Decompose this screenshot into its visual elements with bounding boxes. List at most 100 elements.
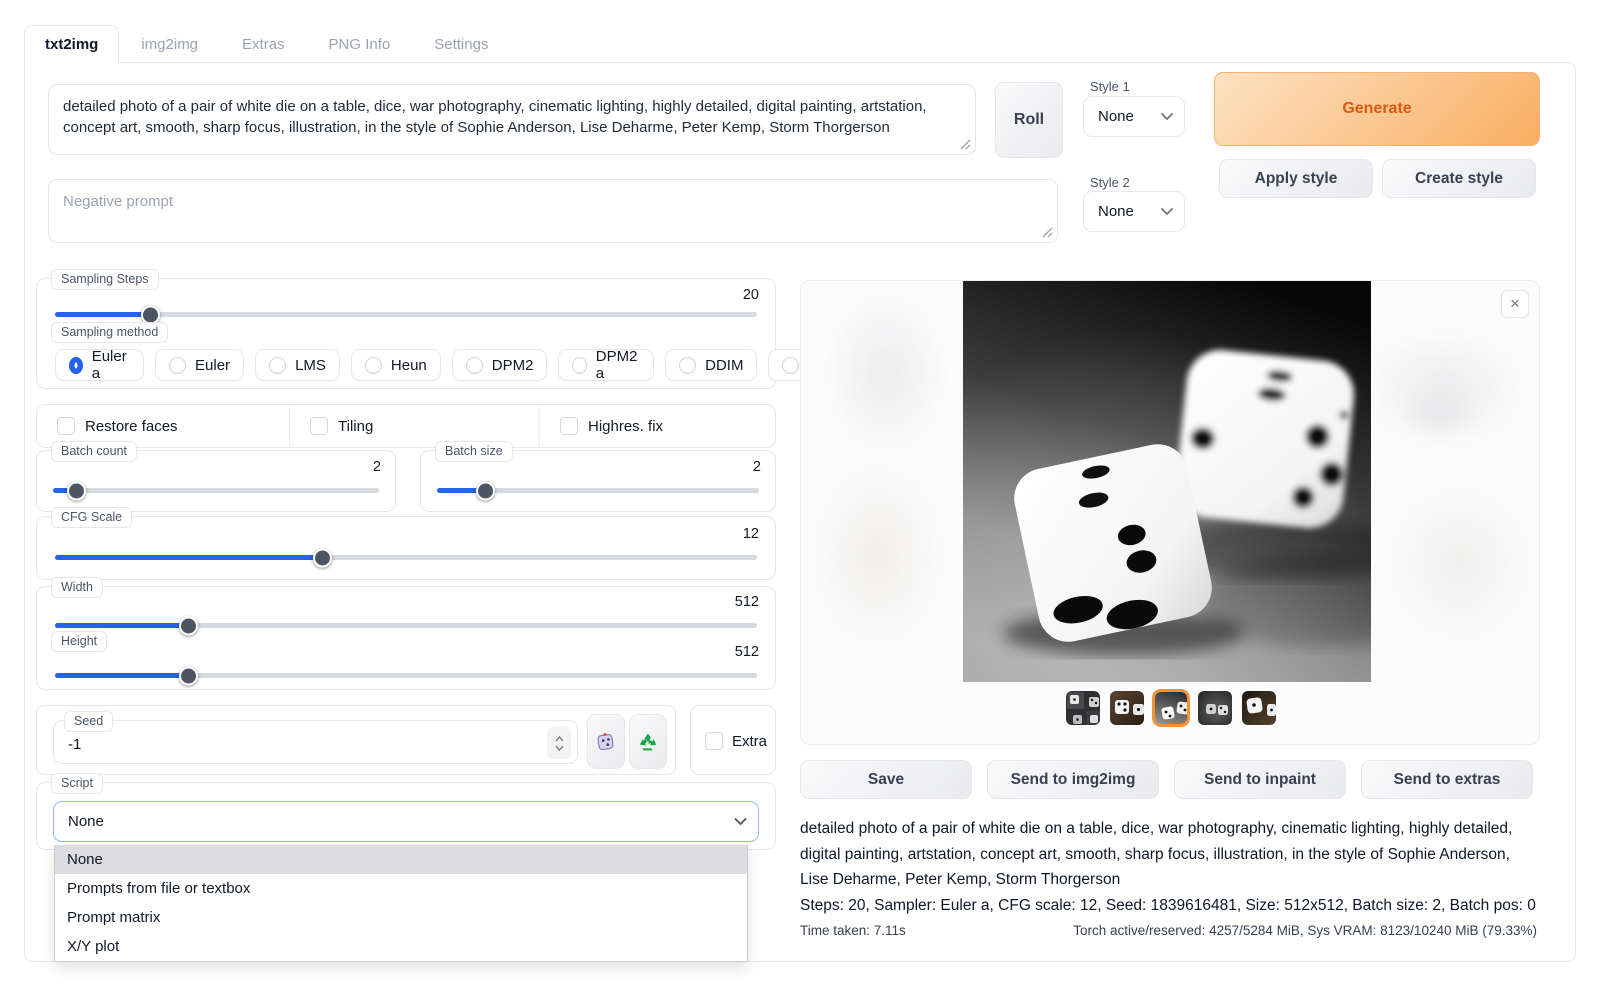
tab-extras[interactable]: Extras (220, 25, 307, 63)
random-seed-button[interactable] (587, 714, 625, 769)
gallery-ghost-right (1373, 287, 1531, 681)
time-taken: Time taken: 7.11s (800, 923, 906, 938)
slider-handle[interactable] (313, 548, 332, 567)
toggles-panel: Restore faces Tiling Highres. fix (36, 404, 776, 448)
radio-euler-a[interactable]: Euler a (55, 349, 144, 381)
seed-input-box: Seed (53, 720, 578, 764)
batch-size-label: Batch size (435, 441, 513, 462)
slider-handle[interactable] (476, 481, 495, 500)
negative-prompt-input[interactable] (48, 179, 1058, 243)
reuse-seed-button[interactable] (629, 714, 667, 769)
gallery-thumbnail-2[interactable] (1108, 689, 1146, 727)
send-to-img2img-button[interactable]: Send to img2img (987, 760, 1159, 799)
sampling-method-label: Sampling method (51, 322, 168, 343)
gallery-thumbnail-4[interactable] (1196, 689, 1234, 727)
radio-dpm2[interactable]: DPM2 (452, 349, 548, 381)
generate-button[interactable]: Generate (1214, 72, 1540, 146)
prompt-input[interactable]: detailed photo of a pair of white die on… (48, 84, 976, 155)
batch-count-value: 2 (373, 459, 381, 475)
extra-panel: Extra (690, 705, 776, 775)
gallery-ghost-left (811, 287, 961, 681)
cfg-scale-value: 12 (743, 526, 759, 542)
stepper-up-icon[interactable] (555, 736, 564, 742)
tab-txt2img[interactable]: txt2img (24, 25, 119, 64)
result-gallery: × (800, 280, 1540, 745)
radio-euler[interactable]: Euler (155, 349, 244, 381)
tab-img2img[interactable]: img2img (119, 25, 220, 63)
send-to-extras-button[interactable]: Send to extras (1361, 760, 1533, 799)
width-slider[interactable] (55, 616, 757, 635)
restore-faces-checkbox[interactable] (57, 417, 75, 435)
width-value: 512 (735, 594, 759, 610)
close-gallery-button[interactable]: × (1501, 290, 1529, 318)
radio-icon (365, 357, 382, 374)
cfg-scale-label: CFG Scale (51, 507, 132, 528)
script-option-prompts-file[interactable]: Prompts from file or textbox (55, 874, 747, 903)
style1-select[interactable]: None (1083, 96, 1185, 137)
dimensions-panel: Width 512 Height 512 (36, 586, 776, 690)
negative-prompt-box (48, 179, 1058, 243)
height-label: Height (51, 631, 107, 652)
prompt-box: detailed photo of a pair of white die on… (48, 84, 976, 155)
radio-heun[interactable]: Heun (351, 349, 441, 381)
sampling-steps-label: Sampling Steps (51, 269, 159, 290)
batch-count-label: Batch count (51, 441, 137, 462)
result-actions: Save Send to img2img Send to inpaint Sen… (800, 760, 1533, 799)
highres-fix-checkbox[interactable] (560, 417, 578, 435)
chevron-down-icon (1161, 113, 1173, 121)
style2-select[interactable]: None (1083, 191, 1185, 232)
radio-lms[interactable]: LMS (255, 349, 340, 381)
extra-checkbox[interactable] (705, 732, 723, 750)
seed-panel: Seed (36, 705, 676, 775)
style2-value: None (1098, 203, 1134, 220)
output-prompt-text: detailed photo of a pair of white die on… (800, 816, 1537, 893)
seed-stepper[interactable] (547, 727, 571, 759)
generated-image[interactable] (963, 281, 1371, 682)
chevron-down-icon (734, 818, 747, 826)
stepper-down-icon[interactable] (555, 745, 564, 751)
radio-icon (169, 357, 186, 374)
radio-dpm2-a[interactable]: DPM2 a (558, 349, 654, 381)
width-label: Width (51, 577, 103, 598)
script-option-xy-plot[interactable]: X/Y plot (55, 932, 747, 961)
radio-ddim[interactable]: DDIM (665, 349, 757, 381)
extra-label: Extra (732, 733, 767, 750)
gallery-thumbnail-3-selected[interactable] (1152, 689, 1190, 727)
slider-handle[interactable] (179, 666, 198, 685)
sampling-method-group: Euler a Euler LMS Heun DPM2 DPM2 a DDIM … (55, 349, 863, 381)
slider-handle[interactable] (179, 616, 198, 635)
recycle-icon (638, 732, 658, 752)
radio-icon (679, 357, 696, 374)
script-dropdown-list: None Prompts from file or textbox Prompt… (54, 845, 748, 962)
batch-count-slider[interactable] (53, 481, 379, 500)
tiling-label: Tiling (338, 418, 373, 435)
highres-fix-label: Highres. fix (588, 418, 663, 435)
close-icon: × (1510, 294, 1520, 314)
tab-png-info[interactable]: PNG Info (307, 25, 413, 63)
sampling-panel: Sampling Steps 20 Sampling method Euler … (36, 278, 776, 389)
vram-stats: Torch active/reserved: 4257/5284 MiB, Sy… (1073, 923, 1537, 938)
script-option-none[interactable]: None (55, 845, 747, 874)
restore-faces-label: Restore faces (85, 418, 178, 435)
tab-settings[interactable]: Settings (412, 25, 510, 63)
radio-icon (572, 357, 586, 374)
create-style-button[interactable]: Create style (1382, 159, 1536, 198)
batch-size-slider[interactable] (437, 481, 759, 500)
script-option-prompt-matrix[interactable]: Prompt matrix (55, 903, 747, 932)
cfg-scale-slider[interactable] (55, 548, 757, 567)
slider-handle[interactable] (67, 481, 86, 500)
save-button[interactable]: Save (800, 760, 972, 799)
tiling-checkbox[interactable] (310, 417, 328, 435)
script-select[interactable]: None (53, 801, 759, 842)
apply-style-button[interactable]: Apply style (1219, 159, 1373, 198)
seed-input[interactable] (56, 729, 526, 759)
style1-value: None (1098, 108, 1134, 125)
radio-icon (69, 357, 83, 374)
send-to-inpaint-button[interactable]: Send to inpaint (1174, 760, 1346, 799)
height-slider[interactable] (55, 666, 757, 685)
batch-size-value: 2 (753, 459, 761, 475)
roll-button[interactable]: Roll (995, 82, 1063, 158)
gallery-thumbnail-1[interactable] (1064, 689, 1102, 727)
sampling-steps-value: 20 (743, 287, 759, 303)
gallery-thumbnail-5[interactable] (1240, 689, 1278, 727)
